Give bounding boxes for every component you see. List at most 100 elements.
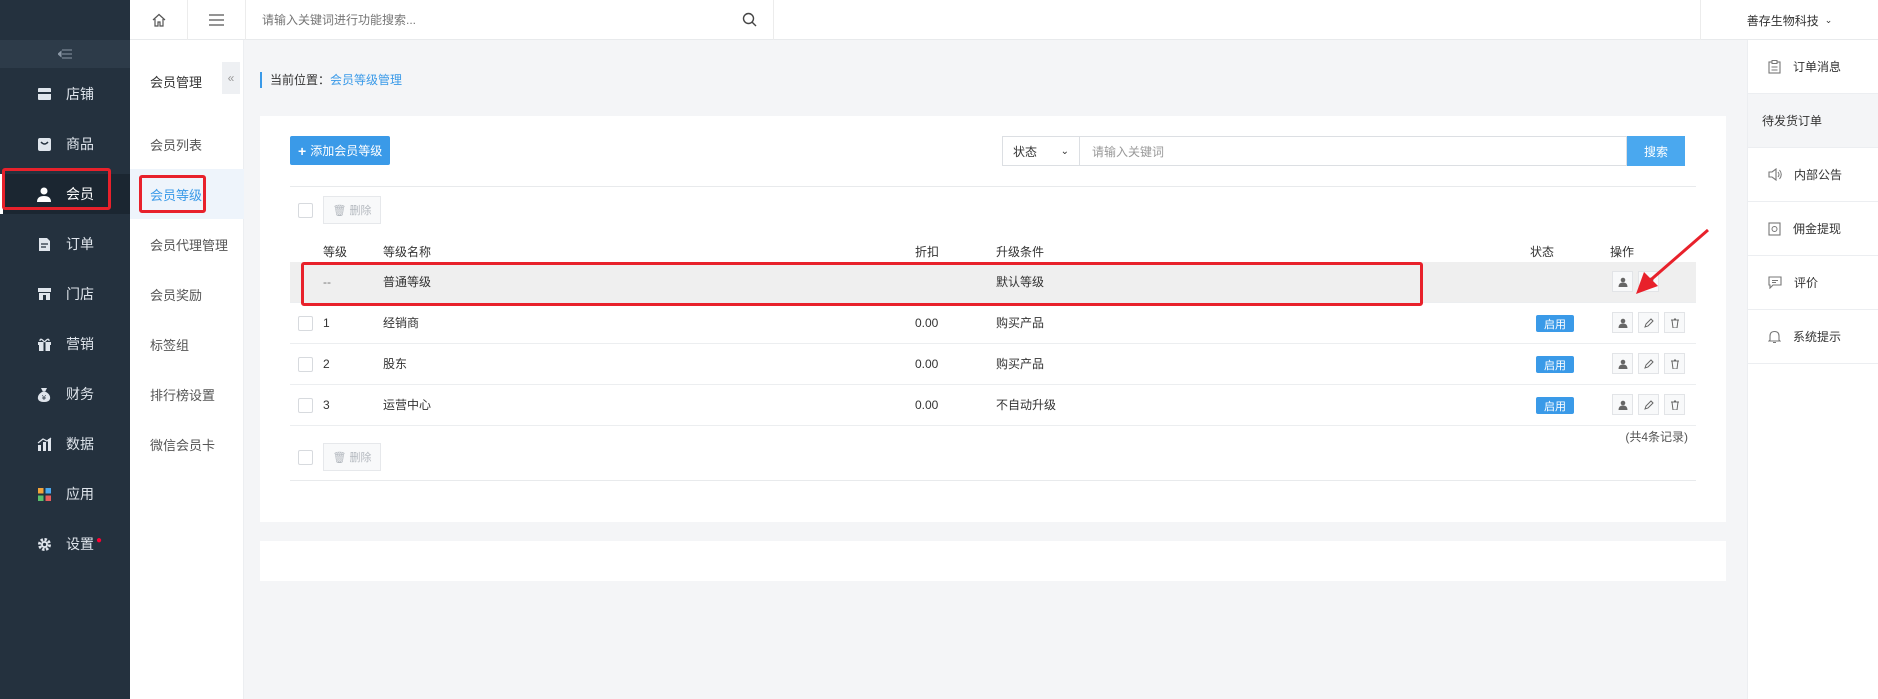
row-checkbox[interactable] [298, 357, 313, 372]
select-all-checkbox-bottom[interactable] [298, 450, 313, 465]
wallet-icon [1768, 221, 1781, 236]
sidebar-item-shops[interactable]: 门店 [0, 274, 130, 314]
plus-icon: + [298, 142, 307, 159]
collapse-icon [58, 49, 72, 59]
money-bag-icon: ¥ [36, 386, 52, 402]
status-select[interactable]: 状态 ⌄ [1002, 136, 1079, 166]
store-icon [36, 86, 52, 102]
sidebar-item-finance[interactable]: ¥ 财务 [0, 374, 130, 414]
delete-button-bottom[interactable]: 🗑 删除 [323, 443, 381, 471]
right-item-order-messages[interactable]: 订单消息 [1748, 40, 1878, 94]
submenu-item-ranking[interactable]: 排行榜设置 [130, 369, 244, 419]
header-status: 状态 [1530, 245, 1555, 259]
sidebar-item-settings[interactable]: 设置 ● [0, 524, 130, 564]
edit-button[interactable] [1638, 312, 1659, 333]
home-button[interactable] [130, 0, 188, 40]
pencil-icon [1643, 358, 1654, 369]
sidebar-item-marketing[interactable]: 营销 [0, 324, 130, 364]
chart-icon [36, 436, 52, 452]
company-dropdown[interactable]: 善存生物科技 ⌄ [1700, 0, 1878, 40]
main-sidebar: 店铺 商品 会员 订单 门店 营销 ¥ 财务 数据 应用 设置 ● [0, 0, 130, 699]
shop-icon [36, 286, 52, 302]
add-level-button[interactable]: + 添加会员等级 [290, 136, 391, 165]
right-item-commission[interactable]: 佣金提现 [1748, 202, 1878, 256]
status-badge[interactable]: 启用 [1536, 356, 1574, 373]
row-checkbox[interactable] [298, 316, 313, 331]
delete-row-button[interactable] [1664, 312, 1685, 333]
members-button[interactable] [1612, 394, 1633, 415]
right-panel: 订单消息 待发货订单 内部公告 佣金提现 评价 系统提示 [1747, 40, 1878, 699]
breadcrumb: 当前位置：会员等级管理 [260, 72, 402, 88]
header-name: 等级名称 [383, 245, 432, 259]
sidebar-item-goods[interactable]: 商品 [0, 124, 130, 164]
select-all-checkbox[interactable] [298, 203, 313, 218]
goods-icon [36, 136, 52, 152]
table-row: 3 运营中心 0.00 不自动升级 启用 [290, 385, 1696, 426]
search-icon[interactable] [742, 12, 757, 27]
sidebar-item-store[interactable]: 店铺 [0, 74, 130, 114]
chevron-down-icon: ⌄ [1824, 14, 1833, 25]
table-row: 2 股东 0.00 购买产品 启用 [290, 344, 1696, 385]
edit-button[interactable] [1638, 353, 1659, 374]
annotation-arrow-icon [1636, 228, 1709, 294]
submenu-item-tag-group[interactable]: 标签组 [130, 319, 244, 369]
user-icon [1618, 400, 1627, 410]
user-icon [1618, 359, 1627, 369]
right-item-announcements[interactable]: 内部公告 [1748, 148, 1878, 202]
comment-icon [1768, 276, 1782, 289]
submenu-collapse-button[interactable]: « [222, 62, 240, 94]
delete-row-button[interactable] [1664, 353, 1685, 374]
right-item-reviews[interactable]: 评价 [1748, 256, 1878, 310]
pencil-icon [1643, 399, 1654, 410]
trash-icon [1670, 318, 1679, 328]
sidebar-item-orders[interactable]: 订单 [0, 224, 130, 264]
annotation-box-row [301, 262, 1423, 306]
members-button[interactable] [1612, 312, 1633, 333]
right-item-system-notice[interactable]: 系统提示 [1748, 310, 1878, 364]
edit-button[interactable] [1638, 394, 1659, 415]
gear-icon [36, 536, 52, 552]
row-actions [1612, 353, 1685, 374]
status-badge[interactable]: 启用 [1536, 397, 1574, 414]
search-button[interactable]: 搜索 [1627, 136, 1685, 166]
row-actions [1612, 312, 1685, 333]
notification-dot: ● [96, 534, 103, 546]
sidebar-item-data[interactable]: 数据 [0, 424, 130, 464]
submenu-item-member-list[interactable]: 会员列表 [130, 119, 244, 169]
trash-icon: 🗑 [332, 204, 347, 217]
row-checkbox[interactable] [298, 398, 313, 413]
annotation-box-member [2, 168, 111, 210]
apps-icon [36, 486, 52, 502]
right-item-pending-shipment[interactable]: 待发货订单 [1748, 94, 1878, 148]
delete-row-button[interactable] [1664, 394, 1685, 415]
feature-search-input[interactable] [262, 13, 722, 27]
trash-icon [1670, 359, 1679, 369]
menu-button[interactable] [188, 0, 246, 40]
trash-icon: 🗑 [332, 451, 347, 464]
members-button[interactable] [1612, 353, 1633, 374]
submenu-title: 会员管理 [150, 75, 203, 90]
header-level: 等级 [323, 245, 348, 259]
row-actions [1612, 394, 1685, 415]
sub-menu: 会员管理 会员列表 会员等级 会员代理管理 会员奖励 标签组 排行榜设置 微信会… [130, 0, 244, 699]
pencil-icon [1643, 317, 1654, 328]
header-condition: 升级条件 [996, 245, 1045, 259]
status-badge[interactable]: 启用 [1536, 315, 1574, 332]
record-count: (共4条记录) [1625, 430, 1688, 444]
delete-button-top[interactable]: 🗑 删除 [323, 196, 381, 224]
top-bar: 善存生物科技 ⌄ [130, 0, 1878, 40]
submenu-item-reward[interactable]: 会员奖励 [130, 269, 244, 319]
sidebar-collapse-button[interactable] [0, 40, 130, 68]
submenu-item-agent[interactable]: 会员代理管理 [130, 219, 244, 269]
bell-icon [1768, 330, 1781, 343]
member-level-card: + 添加会员等级 状态 ⌄ 请输入关键词 搜索 🗑 删除 等级 等级名称 折扣 升… [260, 116, 1726, 522]
header-discount: 折扣 [915, 245, 940, 259]
svg-text:¥: ¥ [42, 394, 47, 402]
annotation-box-level [139, 175, 206, 213]
sidebar-item-apps[interactable]: 应用 [0, 474, 130, 514]
keyword-input[interactable]: 请输入关键词 [1079, 136, 1627, 166]
clipboard-icon [1768, 59, 1781, 74]
speaker-icon [1768, 168, 1782, 181]
submenu-item-wechat-card[interactable]: 微信会员卡 [130, 419, 244, 469]
breadcrumb-current[interactable]: 会员等级管理 [330, 73, 402, 87]
